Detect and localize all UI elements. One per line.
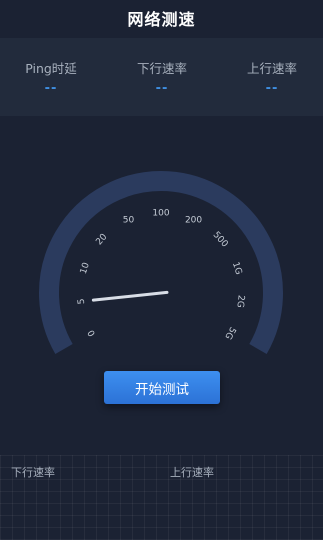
stat-upload-label: 上行速率	[246, 61, 297, 76]
gauge-tick-label: 100	[152, 209, 169, 219]
stat-upload-value: --	[265, 81, 279, 96]
stat-ping: Ping时延 --	[1, 58, 101, 96]
stat-download-value: --	[155, 81, 169, 96]
page-title: 网络测速	[127, 10, 196, 29]
stat-ping-label: Ping时延	[25, 61, 77, 76]
stats-panel: Ping时延 -- 下行速率 -- 上行速率 --	[0, 38, 323, 116]
gauge-tick-label: 1G	[230, 261, 243, 276]
upload-chart-label: 上行速率	[170, 466, 214, 479]
stat-upload: 上行速率 --	[222, 58, 322, 96]
start-test-button[interactable]: 开始测试	[104, 371, 220, 404]
gauge-tick-label: 0	[86, 328, 98, 338]
gauge-needle	[91, 290, 169, 302]
gauge-tick-label: 500	[211, 230, 230, 250]
gauge-svg: 0 5 1020 50 100 200 5001G 2G 5G	[39, 171, 283, 354]
gauge-tick-label: 5	[77, 298, 88, 305]
gauge-tick-label: 5G	[222, 325, 237, 341]
stat-download: 下行速率 --	[112, 58, 212, 96]
download-chart-label: 下行速率	[11, 466, 55, 479]
stat-download-label: 下行速率	[136, 61, 187, 76]
gauge-tick-label: 50	[123, 215, 135, 225]
speed-test-screen: 网络测速 Ping时延 -- 下行速率 -- 上行速率 -- 0 5 10 20 50 1…	[0, 0, 323, 540]
gauge-tick-label: 2G	[234, 294, 245, 308]
gauge-ticks: 0 5 1020 50 100 200 5001G 2G 5G	[77, 209, 246, 341]
speed-chart-area: 下行速率 上行速率	[0, 455, 323, 540]
stat-ping-value: --	[44, 81, 58, 96]
gauge-tick-label: 200	[185, 215, 202, 225]
gauge-tick-label: 20	[94, 232, 109, 247]
speed-gauge: 0 5 10 20 50 100 200 500 1G 2G 5G	[0, 140, 323, 370]
gauge-tick-label: 10	[79, 261, 92, 275]
